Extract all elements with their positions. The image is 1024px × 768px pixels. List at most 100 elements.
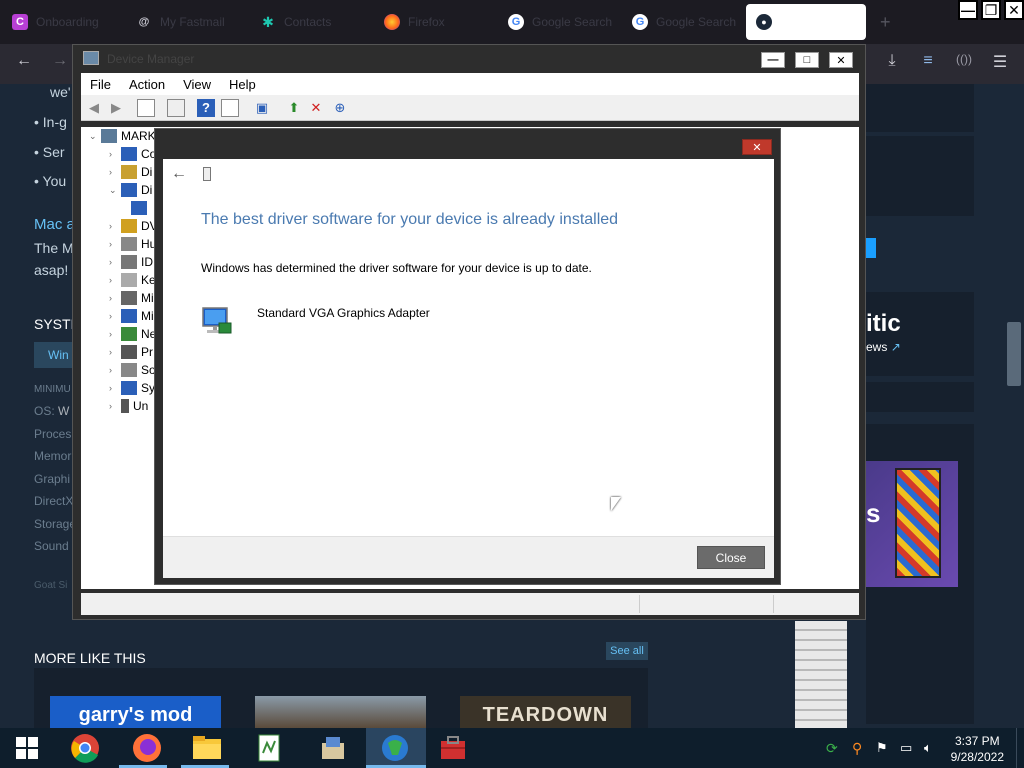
bullet-item: • You: [34, 173, 67, 189]
tree-item[interactable]: › So: [109, 361, 156, 379]
tree-item[interactable]: › Mi: [109, 307, 154, 325]
tab-label: Steam: [780, 15, 815, 29]
properties-icon[interactable]: [137, 99, 155, 117]
menu-file[interactable]: File: [81, 77, 120, 92]
close-icon[interactable]: ✕: [1004, 0, 1024, 20]
display-adapter-icon: [121, 183, 137, 197]
dialog-description: Windows has determined the driver softwa…: [201, 261, 592, 275]
container-icon[interactable]: ≡: [916, 52, 940, 70]
page-scrollbar[interactable]: [1007, 322, 1021, 386]
back-icon[interactable]: ◀: [85, 99, 103, 117]
keyboard-icon: [121, 273, 137, 287]
browser-tab[interactable]: ✱ Contacts: [250, 6, 370, 38]
firefox-icon: [384, 14, 400, 30]
spec-directx: DirectX: [34, 494, 74, 508]
file-explorer-icon[interactable]: [190, 732, 224, 764]
view-icon[interactable]: [221, 99, 239, 117]
menu-view[interactable]: View: [174, 77, 220, 92]
add-hardware-icon[interactable]: ⊕: [331, 99, 349, 117]
extension-icon[interactable]: (()): [952, 52, 976, 66]
tray-volume-icon[interactable]: 🔈︎: [924, 740, 932, 756]
help-icon[interactable]: ?: [197, 99, 215, 117]
tree-item-label: Sy: [141, 381, 156, 395]
browser-tab[interactable]: C Onboarding: [2, 6, 122, 38]
side-button[interactable]: [866, 238, 876, 258]
critic-link[interactable]: ews ↗: [866, 340, 901, 354]
scan-hardware-icon[interactable]: ▣: [253, 99, 271, 117]
tray-network-icon[interactable]: ▭: [900, 740, 912, 756]
maximize-icon[interactable]: □: [795, 52, 819, 68]
side-panel: [866, 136, 974, 216]
disk-drive-icon: [121, 165, 137, 179]
expand-icon: ›: [109, 293, 112, 303]
tree-subitem[interactable]: [131, 199, 151, 217]
update-driver-icon[interactable]: ⬆: [285, 99, 303, 117]
restore-icon[interactable]: ❐: [981, 0, 1001, 20]
list-icon[interactable]: [167, 99, 185, 117]
show-desktop-button[interactable]: [1016, 728, 1024, 768]
tree-item[interactable]: › Ke: [109, 271, 156, 289]
c-logo-icon: C: [12, 14, 28, 30]
chrome-icon[interactable]: [68, 732, 102, 764]
download-icon[interactable]: ⤓: [880, 52, 904, 70]
tree-item-expanded[interactable]: ⌄ Di: [109, 181, 152, 199]
game-card[interactable]: TEARDOWN: [460, 696, 631, 728]
browser-tab[interactable]: G Google Search: [498, 6, 618, 38]
tray-search-icon[interactable]: ⚲: [852, 740, 862, 757]
back-arrow-icon[interactable]: ←: [171, 165, 187, 183]
menu-bar: File Action View Help: [81, 73, 859, 95]
expand-icon: ›: [109, 221, 112, 231]
mouse-cursor-icon: [611, 497, 621, 511]
uninstall-icon[interactable]: ✕: [307, 99, 325, 117]
game-card[interactable]: garry's mod: [50, 696, 221, 728]
ide-icon: [121, 255, 137, 269]
menu-action[interactable]: Action: [120, 77, 174, 92]
dialog-footer: Close: [163, 536, 774, 578]
forward-icon[interactable]: →: [48, 52, 72, 70]
dialog-heading: The best driver software for your device…: [201, 211, 619, 228]
tree-item[interactable]: › Pr: [109, 343, 153, 361]
forward-icon[interactable]: ▶: [107, 99, 125, 117]
tree-item[interactable]: › Sy: [109, 379, 155, 397]
side-panel: [866, 84, 974, 132]
dialog-close-icon[interactable]: ✕: [742, 139, 772, 155]
spec-storage: Storage: [34, 517, 77, 531]
tree-root[interactable]: ⌄ MARK: [89, 127, 156, 145]
download-manager-icon[interactable]: [378, 732, 412, 764]
tree-item[interactable]: › Di: [109, 163, 152, 181]
system-clock[interactable]: 3:37 PM 9/28/2022: [951, 733, 1004, 765]
tray-update-icon[interactable]: ⟳: [826, 740, 838, 757]
tray-flag-icon[interactable]: ⚑: [876, 740, 888, 756]
back-icon[interactable]: ←: [12, 52, 36, 70]
browser-tab[interactable]: @ My Fastmail: [126, 6, 246, 38]
tree-item[interactable]: › DV: [109, 217, 158, 235]
device-manager-titlebar: Device Manager: [73, 45, 865, 73]
tree-item[interactable]: › IDI: [109, 253, 156, 271]
minimize-icon[interactable]: —: [761, 52, 785, 68]
tree-item[interactable]: › Co: [109, 145, 156, 163]
tree-item[interactable]: › Ne: [109, 325, 156, 343]
windows-start-icon[interactable]: [10, 732, 44, 764]
game-card[interactable]: [255, 696, 426, 728]
tree-item[interactable]: › Mi: [109, 289, 154, 307]
new-tab-button[interactable]: +: [880, 12, 891, 33]
minimize-icon[interactable]: —: [958, 0, 978, 20]
close-button[interactable]: Close: [697, 546, 765, 569]
close-icon[interactable]: ✕: [829, 52, 853, 68]
installer-icon[interactable]: [316, 732, 350, 764]
menu-help[interactable]: Help: [220, 77, 265, 92]
tree-item[interactable]: › Hu: [109, 235, 156, 253]
browser-tab[interactable]: Firefox: [374, 6, 494, 38]
browser-tab[interactable]: G Google Search: [622, 6, 742, 38]
see-all-button[interactable]: See all: [606, 642, 648, 660]
menu-icon[interactable]: ☰: [988, 52, 1012, 72]
spec-memory: Memor: [34, 449, 72, 463]
toolbox-icon[interactable]: [436, 732, 470, 764]
tree-item[interactable]: › Un: [109, 397, 148, 415]
mouse-icon: [121, 291, 137, 305]
status-divider: [773, 595, 774, 613]
firefox-icon[interactable]: [130, 732, 164, 764]
text-editor-icon[interactable]: [254, 732, 288, 764]
expand-icon: ›: [109, 239, 112, 249]
browser-tab-active[interactable]: ● Steam: [746, 4, 866, 40]
